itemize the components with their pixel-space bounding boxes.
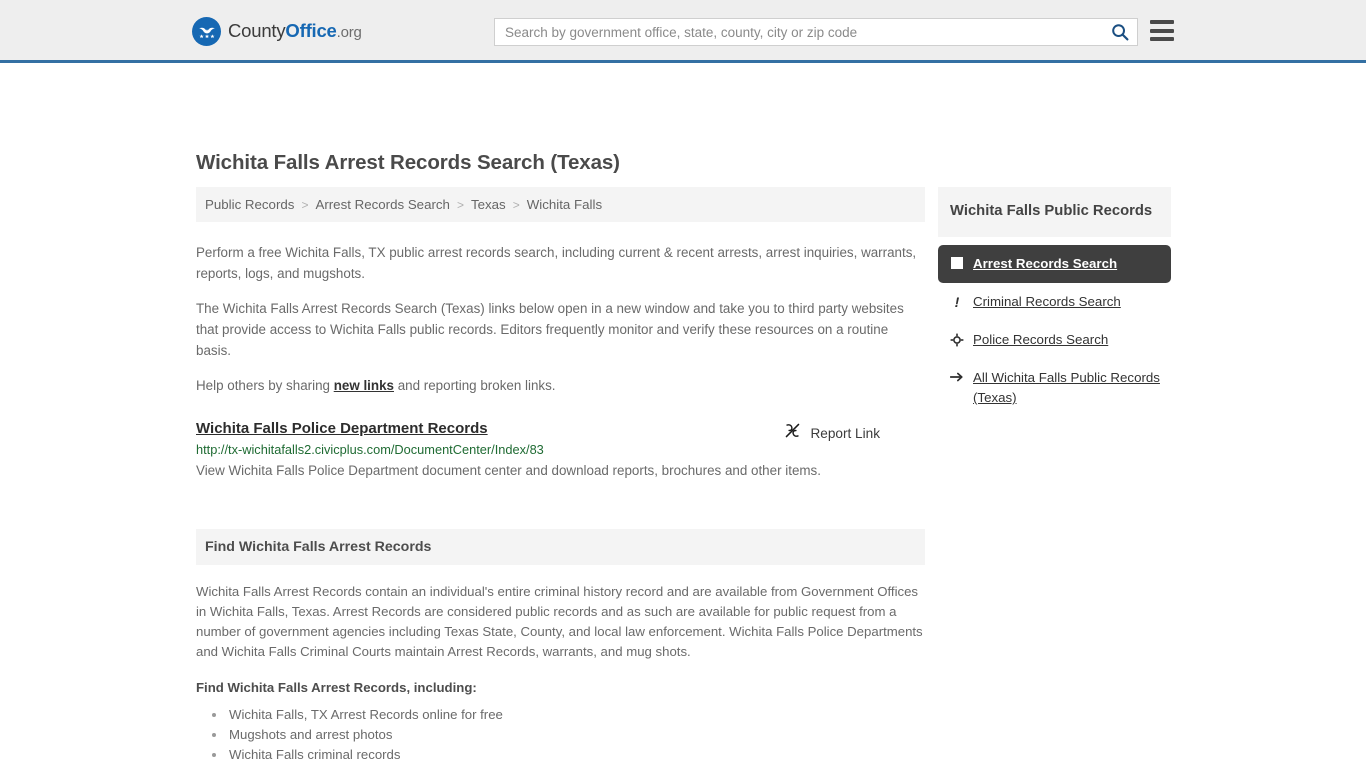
menu-bar-1 [1150, 20, 1174, 24]
find-records-section-header: Find Wichita Falls Arrest Records [196, 529, 925, 565]
list-item: Wichita Falls criminal records [227, 745, 925, 765]
sidebar-title: Wichita Falls Public Records [950, 203, 1153, 219]
eagle-stars-logo-icon [192, 17, 221, 46]
menu-bar-3 [1150, 37, 1174, 41]
report-link-label: Report Link [810, 425, 880, 441]
list-item: Wichita Falls, TX Arrest Records online … [227, 705, 925, 725]
sidebar-item-police-records-search[interactable]: Police Records Search [938, 321, 1171, 359]
site-header: CountyOffice.org [0, 0, 1366, 63]
site-logo-link[interactable]: CountyOffice.org [192, 17, 362, 46]
result-description: View Wichita Falls Police Department doc… [196, 463, 821, 478]
page-title: Wichita Falls Arrest Records Search (Tex… [196, 151, 620, 174]
page-body: Wichita Falls Arrest Records Search (Tex… [0, 63, 1366, 768]
sidebar-item-criminal-records-search[interactable]: ! Criminal Records Search [938, 283, 1171, 321]
breadcrumb-item-arrest-records-search[interactable]: Arrest Records Search [315, 197, 450, 212]
sidebar-item-arrest-records-search[interactable]: Arrest Records Search [938, 245, 1171, 283]
sidebar-item-label: Police Records Search [973, 332, 1109, 347]
find-records-section: Find Wichita Falls Arrest Records Wichit… [196, 529, 925, 768]
header-inner: CountyOffice.org [0, 0, 1366, 60]
filled-square-icon [950, 254, 964, 269]
crosshair-target-icon [950, 330, 964, 347]
sidebar-item-label: Arrest Records Search [973, 256, 1118, 271]
breadcrumb-separator: > [456, 197, 464, 212]
search-input[interactable] [495, 19, 1103, 45]
content-column: Public Records > Arrest Records Search >… [196, 187, 925, 768]
list-item: Mugshots and arrest photos [227, 725, 925, 745]
find-records-body: Wichita Falls Arrest Records contain an … [196, 584, 923, 659]
help-prefix-text: Help others by sharing [196, 378, 334, 393]
menu-bar-2 [1150, 28, 1174, 33]
arrow-right-icon [950, 368, 964, 383]
brand-part-org: .org [336, 24, 362, 42]
breadcrumb: Public Records > Arrest Records Search >… [196, 187, 925, 222]
sidebar-nav: Arrest Records Search ! Criminal Records… [938, 245, 1171, 417]
result-url: http://tx-wichitafalls2.civicplus.com/Do… [196, 442, 544, 457]
intro-paragraph-1: Perform a free Wichita Falls, TX public … [196, 245, 917, 281]
breadcrumb-item-wichita-falls: Wichita Falls [526, 197, 603, 212]
breadcrumb-item-texas[interactable]: Texas [471, 197, 506, 212]
report-link-button[interactable]: Report Link [784, 422, 880, 444]
brand-part-county: County [228, 20, 286, 42]
find-records-heading: Find Wichita Falls Arrest Records [205, 539, 432, 555]
exclamation-icon: ! [954, 294, 960, 310]
help-share-paragraph: Help others by sharing new links and rep… [196, 361, 925, 396]
sidebar-item-label: Criminal Records Search [973, 294, 1121, 309]
sidebar: Wichita Falls Public Records Arrest Reco… [938, 187, 1171, 417]
brand-part-office: Office [285, 20, 337, 42]
sidebar-item-all-public-records[interactable]: All Wichita Falls Public Records (Texas) [938, 359, 1171, 417]
breadcrumb-item-public-records[interactable]: Public Records [205, 197, 294, 212]
help-suffix-text: and reporting broken links. [393, 378, 556, 393]
search-icon[interactable] [1103, 19, 1137, 45]
result-title-link[interactable]: Wichita Falls Police Department Records [196, 420, 488, 437]
new-links-link[interactable]: new links [334, 378, 394, 393]
result-listing: Wichita Falls Police Department Records … [196, 420, 925, 481]
hamburger-menu-icon[interactable] [1150, 20, 1174, 41]
intro-paragraph-2: The Wichita Falls Arrest Records Search … [196, 301, 904, 358]
sidebar-header: Wichita Falls Public Records [938, 187, 1171, 237]
breadcrumb-separator: > [512, 197, 520, 212]
find-records-list: Wichita Falls, TX Arrest Records online … [196, 705, 925, 768]
breadcrumb-separator: > [301, 197, 309, 212]
brand-wordmark: CountyOffice.org [228, 22, 362, 41]
sidebar-item-label: All Wichita Falls Public Records (Texas) [973, 370, 1160, 405]
find-records-list-heading: Find Wichita Falls Arrest Records, inclu… [196, 680, 477, 695]
search-bar[interactable] [494, 18, 1138, 46]
broken-link-icon [784, 422, 801, 444]
